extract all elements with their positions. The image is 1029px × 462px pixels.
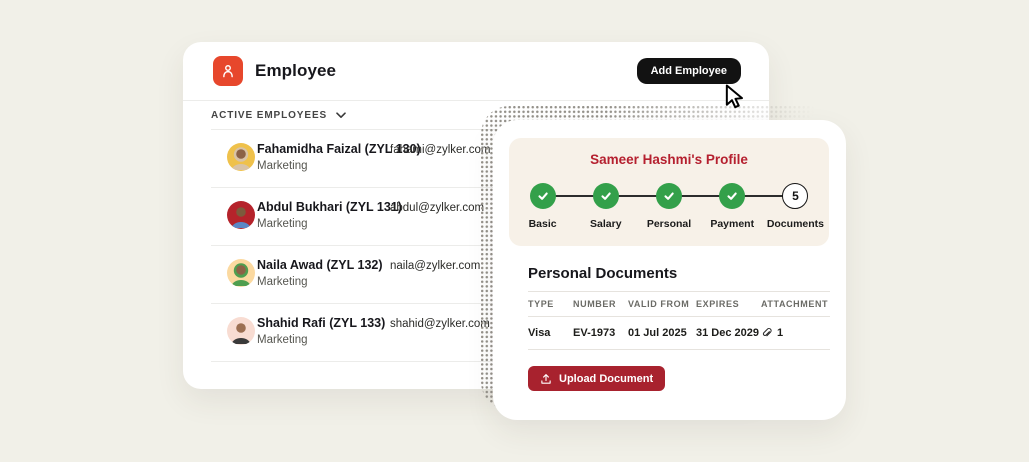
table-header-cell: EXPIRES xyxy=(696,299,761,309)
add-employee-button[interactable]: Add Employee xyxy=(637,58,741,84)
attachment-cell[interactable]: 1 xyxy=(761,327,830,339)
employee-email: shahid@zylker.com xyxy=(390,318,490,330)
table-header-cell: NUMBER xyxy=(573,299,628,309)
employee-email: naila@zylker.com xyxy=(390,260,480,272)
document-valid-from: 01 Jul 2025 xyxy=(628,327,696,339)
document-expires: 31 Dec 2029 xyxy=(696,327,761,339)
employee-department: Marketing xyxy=(257,160,308,172)
stepper: Basic Salary Personal Payment xyxy=(511,183,827,230)
step-circle xyxy=(719,183,745,209)
check-icon xyxy=(725,189,739,203)
employee-department: Marketing xyxy=(257,276,308,288)
employee-name: Abdul Bukhari (ZYL 131) xyxy=(257,200,402,214)
step-circle xyxy=(656,183,682,209)
document-row[interactable]: Visa EV-1973 01 Jul 2025 31 Dec 2029 1 xyxy=(528,317,830,350)
profile-title: Sameer Hashmi's Profile xyxy=(509,152,829,167)
page-background: Employee Add Employee ACTIVE EMPLOYEES F… xyxy=(0,0,1029,462)
avatar xyxy=(227,259,255,287)
employee-department: Marketing xyxy=(257,334,308,346)
profile-stepper-panel: Sameer Hashmi's Profile Basic Salary xyxy=(509,138,829,246)
avatar xyxy=(227,201,255,229)
check-icon xyxy=(599,189,613,203)
table-header-cell: ATTACHMENT xyxy=(761,299,830,309)
step-circle xyxy=(593,183,619,209)
paperclip-icon xyxy=(761,327,773,339)
step-label: Salary xyxy=(590,218,622,230)
page-title: Employee xyxy=(255,61,336,81)
table-header-row: TYPENUMBERVALID FROMEXPIRESATTACHMENT xyxy=(528,291,830,317)
avatar xyxy=(227,317,255,345)
dropdown-label: ACTIVE EMPLOYEES xyxy=(211,110,327,121)
employee-email: fahami@zylker.com xyxy=(390,144,491,156)
step-number: 5 xyxy=(792,189,799,203)
employee-name: Naila Awad (ZYL 132) xyxy=(257,258,383,272)
step-label: Documents xyxy=(767,218,824,230)
person-icon xyxy=(213,56,243,86)
table-header-cell: TYPE xyxy=(528,299,573,309)
upload-icon xyxy=(540,373,552,385)
step-circle xyxy=(530,183,556,209)
profile-card: Sameer Hashmi's Profile Basic Salary xyxy=(493,120,846,420)
section-title: Personal Documents xyxy=(528,265,830,283)
stepper-step[interactable]: Salary xyxy=(574,183,637,230)
chevron-down-icon xyxy=(336,112,346,119)
avatar xyxy=(227,143,255,171)
employee-email: abdul@zylker.com xyxy=(390,202,484,214)
stepper-step[interactable]: Personal xyxy=(637,183,700,230)
check-icon xyxy=(536,189,550,203)
upload-document-button[interactable]: Upload Document xyxy=(528,366,665,391)
upload-button-label: Upload Document xyxy=(559,373,653,385)
stepper-step[interactable]: 5 Documents xyxy=(764,183,827,230)
step-label: Payment xyxy=(710,218,754,230)
employee-name: Shahid Rafi (ZYL 133) xyxy=(257,316,385,330)
employee-department: Marketing xyxy=(257,218,308,230)
check-icon xyxy=(662,189,676,203)
step-circle: 5 xyxy=(782,183,808,209)
step-label: Personal xyxy=(647,218,691,230)
stepper-step[interactable]: Basic xyxy=(511,183,574,230)
documents-table: TYPENUMBERVALID FROMEXPIRESATTACHMENT Vi… xyxy=(528,291,830,350)
document-type: Visa xyxy=(528,327,573,339)
stepper-step[interactable]: Payment xyxy=(701,183,764,230)
step-label: Basic xyxy=(529,218,557,230)
document-number: EV-1973 xyxy=(573,327,628,339)
personal-documents-section: Personal Documents TYPENUMBERVALID FROME… xyxy=(528,265,830,391)
table-header-cell: VALID FROM xyxy=(628,299,696,309)
attachment-count: 1 xyxy=(777,327,783,339)
employee-card-header: Employee Add Employee xyxy=(183,42,769,101)
